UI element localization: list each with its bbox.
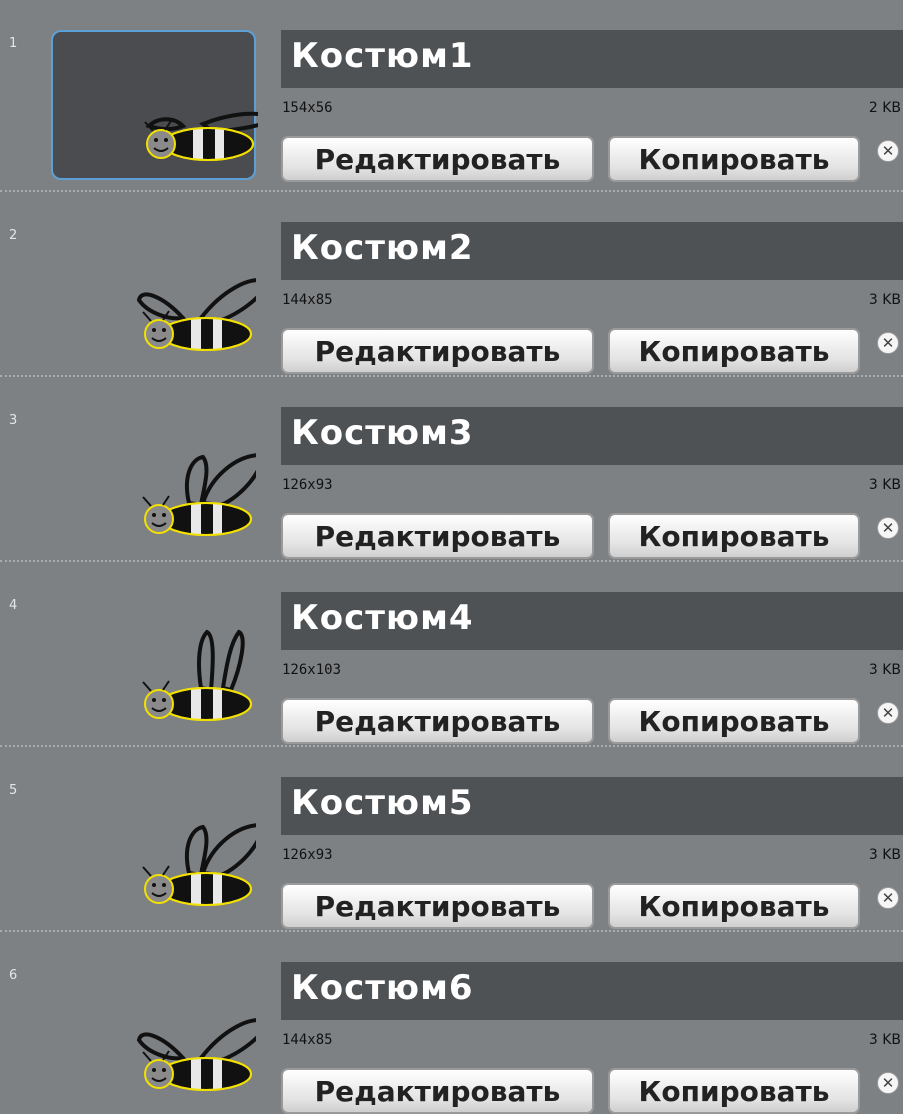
costume-file-size: 3 KB — [868, 1032, 901, 1048]
bee-costume-image — [142, 453, 256, 536]
edit-button[interactable]: Редактировать — [281, 328, 594, 374]
costume-thumbnail[interactable] — [51, 777, 256, 927]
costume-dimensions: 154x56 — [282, 100, 333, 116]
costume-name: Костюм1 — [291, 36, 474, 76]
close-circle-icon[interactable]: ✕ — [877, 887, 899, 909]
edit-button[interactable]: Редактировать — [281, 698, 594, 744]
costume-number: 6 — [9, 968, 18, 983]
edit-button[interactable]: Редактировать — [281, 136, 594, 182]
costume-dimensions: 126x93 — [282, 847, 333, 863]
costume-dimensions: 126x93 — [282, 477, 333, 493]
costume-name: Костюм2 — [291, 228, 474, 268]
costume-file-size: 3 KB — [868, 477, 901, 493]
costume-row-1[interactable]: 1 Костюм1 154x56 2 KB Редактировать Копи… — [0, 0, 903, 184]
close-circle-icon[interactable]: ✕ — [877, 332, 899, 354]
costume-row-3[interactable]: 3 Костюм3 126x93 3 KB Редактировать Копи… — [0, 375, 903, 559]
costume-thumbnail[interactable] — [51, 962, 256, 1112]
bee-costume-image — [142, 823, 256, 906]
copy-button[interactable]: Копировать — [608, 513, 860, 559]
costume-number: 2 — [9, 228, 18, 243]
close-circle-icon[interactable]: ✕ — [877, 140, 899, 162]
edit-button[interactable]: Редактировать — [281, 513, 594, 559]
costume-thumbnail[interactable] — [51, 407, 256, 557]
costume-name: Костюм6 — [291, 968, 474, 1008]
costume-name-field[interactable]: Костюм5 — [281, 777, 903, 835]
copy-button[interactable]: Копировать — [608, 883, 860, 929]
costume-name-field[interactable]: Костюм1 — [281, 30, 903, 88]
copy-button[interactable]: Копировать — [608, 1068, 860, 1114]
costume-thumbnail[interactable] — [51, 592, 256, 742]
copy-button[interactable]: Копировать — [608, 136, 860, 182]
costume-dimensions: 144x85 — [282, 292, 333, 308]
costume-thumbnail[interactable] — [51, 30, 258, 180]
costume-list: 1 Костюм1 154x56 2 KB Редактировать Копи… — [0, 0, 903, 1114]
costume-thumbnail[interactable] — [51, 222, 256, 372]
costume-name-field[interactable]: Костюм4 — [281, 592, 903, 650]
costume-name: Костюм3 — [291, 413, 474, 453]
costume-number: 1 — [9, 36, 18, 51]
close-circle-icon[interactable]: ✕ — [877, 702, 899, 724]
costume-file-size: 3 KB — [868, 292, 901, 308]
bee-costume-image — [136, 278, 256, 351]
close-circle-icon[interactable]: ✕ — [877, 517, 899, 539]
bee-costume-image — [136, 1018, 256, 1091]
costume-row-4[interactable]: 4 Костюм4 126x103 3 KB Редактировать Коп… — [0, 560, 903, 744]
costume-name-field[interactable]: Костюм6 — [281, 962, 903, 1020]
costume-row-6[interactable]: 6 Костюм6 144x85 3 KB Редактировать Копи… — [0, 930, 903, 1114]
costume-name-field[interactable]: Костюм3 — [281, 407, 903, 465]
copy-button[interactable]: Копировать — [608, 698, 860, 744]
close-circle-icon[interactable]: ✕ — [877, 1072, 899, 1094]
costume-number: 4 — [9, 598, 18, 613]
costume-name: Костюм5 — [291, 783, 474, 823]
bee-costume-image — [144, 111, 258, 161]
costume-name-field[interactable]: Костюм2 — [281, 222, 903, 280]
costume-name: Костюм4 — [291, 598, 474, 638]
costume-dimensions: 126x103 — [282, 662, 342, 678]
edit-button[interactable]: Редактировать — [281, 1068, 594, 1114]
costume-row-5[interactable]: 5 Костюм5 126x93 3 KB Редактировать Копи… — [0, 745, 903, 929]
costume-file-size: 3 KB — [868, 662, 901, 678]
costume-file-size: 3 KB — [868, 847, 901, 863]
copy-button[interactable]: Копировать — [608, 328, 860, 374]
costume-row-2[interactable]: 2 Костюм2 144x85 3 KB Редактировать Копи… — [0, 190, 903, 374]
bee-costume-image — [142, 629, 252, 721]
costume-number: 5 — [9, 783, 18, 798]
edit-button[interactable]: Редактировать — [281, 883, 594, 929]
costume-file-size: 2 KB — [868, 100, 901, 116]
costume-number: 3 — [9, 413, 18, 428]
costume-dimensions: 144x85 — [282, 1032, 333, 1048]
